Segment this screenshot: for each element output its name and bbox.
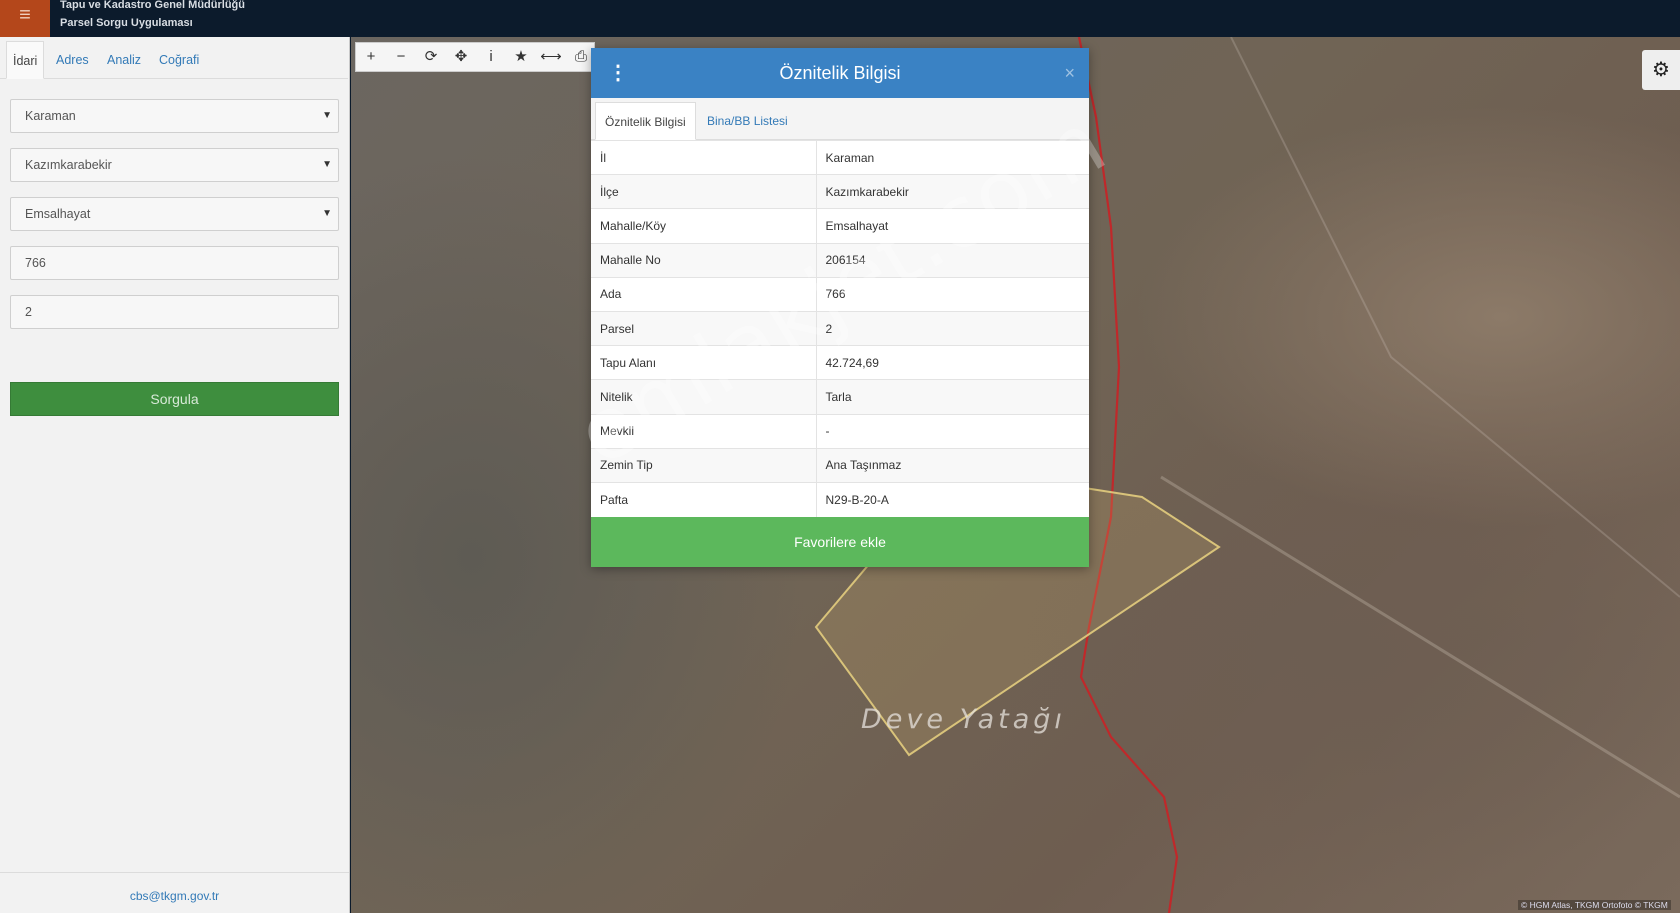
- table-row: İl Karaman: [591, 139, 1089, 175]
- chevron-down-icon: ▼: [322, 159, 332, 170]
- attribute-table: İl Karaman İlçe Kazımkarabekir Mahalle/Köy Em…: [591, 139, 1089, 517]
- parsel-input[interactable]: 2: [10, 295, 339, 329]
- attribute-value: 42.724,69: [815, 345, 1089, 380]
- il-select[interactable]: Karaman ▼: [10, 99, 339, 133]
- tab-idari[interactable]: İdari: [6, 41, 45, 79]
- footer-divider: [0, 872, 349, 873]
- table-row: İlçe Kazımkarabekir: [591, 174, 1089, 209]
- sorgula-button[interactable]: Sorgula: [10, 382, 339, 416]
- mahalle-select-value: Emsalhayat: [25, 207, 91, 221]
- measure-icon[interactable]: ⟷: [536, 43, 566, 73]
- star-icon[interactable]: ★: [506, 43, 536, 73]
- attribute-key: Mahalle No: [591, 242, 816, 278]
- attribute-value: Ana Taşınmaz: [815, 447, 1089, 483]
- modal-header: ⋮ Öznitelik Bilgisi ×: [591, 48, 1089, 98]
- ilce-select-value: Kazımkarabekir: [25, 158, 112, 172]
- parsel-input-value: 2: [25, 305, 32, 319]
- tab-bina-bb-listesi[interactable]: Bina/BB Listesi: [698, 102, 797, 140]
- gear-icon[interactable]: ⚙: [1642, 50, 1680, 90]
- attribute-key: Mevkii: [591, 413, 816, 449]
- chevron-down-icon: ▼: [322, 110, 332, 121]
- add-to-favorites-button[interactable]: Favorilere ekle: [591, 517, 1089, 567]
- attribute-key: Mahalle/Köy: [591, 208, 816, 244]
- attribute-value: 206154: [815, 242, 1089, 278]
- attribute-value: N29-B-20-A: [815, 481, 1089, 517]
- tab-cografi[interactable]: Coğrafi: [153, 41, 205, 79]
- field-line: [1230, 37, 1680, 598]
- place-label: Deve Yatağı: [861, 704, 1066, 735]
- table-row: Parsel 2: [591, 310, 1089, 346]
- district-boundary-line: [1077, 37, 1179, 913]
- mahalle-select[interactable]: Emsalhayat ▼: [10, 197, 339, 231]
- attribute-key: Tapu Alanı: [591, 345, 816, 380]
- modal-title: Öznitelik Bilgisi: [779, 63, 901, 83]
- table-row: Pafta N29-B-20-A: [591, 481, 1089, 517]
- minus-icon[interactable]: −: [386, 43, 416, 73]
- sidebar-tabs: İdari Adres Analiz Coğrafi: [0, 41, 348, 79]
- attribute-value: 2: [815, 310, 1089, 346]
- close-icon[interactable]: ×: [1064, 48, 1075, 98]
- attribute-key: Zemin Tip: [591, 447, 816, 483]
- attribute-key: Ada: [591, 276, 816, 312]
- attribute-value: Emsalhayat: [815, 208, 1089, 244]
- refresh-icon[interactable]: ⟳: [416, 43, 446, 73]
- table-row: Mahalle No 206154: [591, 242, 1089, 278]
- chevron-down-icon: ▼: [322, 208, 332, 219]
- app-title: Tapu ve Kadastro Genel Müdürlüğü Parsel …: [60, 0, 245, 32]
- plus-icon[interactable]: +: [356, 43, 386, 73]
- map-toolbar: + − ⟳ ✥ i ★ ⟷ ⎙: [355, 42, 595, 72]
- ada-input-value: 766: [25, 256, 46, 270]
- table-row: Mahalle/Köy Emsalhayat: [591, 208, 1089, 244]
- table-row: Ada 766: [591, 276, 1089, 312]
- ilce-select[interactable]: Kazımkarabekir ▼: [10, 148, 339, 182]
- attribute-value: Tarla: [815, 379, 1089, 414]
- top-bar: ≡ Tapu ve Kadastro Genel Müdürlüğü Parse…: [0, 0, 1680, 37]
- il-select-value: Karaman: [25, 109, 76, 123]
- attribute-value: -: [815, 413, 1089, 449]
- hamburger-menu-icon[interactable]: ≡: [0, 0, 50, 37]
- attribute-value: Kazımkarabekir: [815, 174, 1089, 209]
- attribute-value: Karaman: [815, 139, 1089, 175]
- tab-oznitelik-bilgisi[interactable]: Öznitelik Bilgisi: [595, 102, 696, 140]
- table-row: Tapu Alanı 42.724,69: [591, 345, 1089, 380]
- attribute-key: İlçe: [591, 174, 816, 209]
- field-line: [1160, 475, 1680, 799]
- query-sidebar: İdari Adres Analiz Coğrafi Karaman ▼ Kaz…: [0, 37, 350, 913]
- attribute-key: İl: [591, 139, 816, 175]
- attribute-key: Pafta: [591, 481, 816, 517]
- attribute-info-modal: ⋮ Öznitelik Bilgisi × Öznitelik Bilgisi …: [591, 48, 1089, 567]
- modal-tabs: Öznitelik Bilgisi Bina/BB Listesi: [591, 98, 1089, 140]
- attribute-key: Parsel: [591, 310, 816, 346]
- tab-analiz[interactable]: Analiz: [101, 41, 147, 79]
- contact-email-link[interactable]: cbs@tkgm.gov.tr: [0, 889, 349, 903]
- info-icon[interactable]: i: [476, 43, 506, 73]
- map-attribution: © HGM Atlas, TKGM Ortofoto © TKGM: [1518, 900, 1671, 910]
- table-row: Nitelik Tarla: [591, 379, 1089, 414]
- ada-input[interactable]: 766: [10, 246, 339, 280]
- table-row: Zemin Tip Ana Taşınmaz: [591, 447, 1089, 483]
- app-title-line2: Parsel Sorgu Uygulaması: [60, 17, 193, 29]
- tab-adres[interactable]: Adres: [50, 41, 95, 79]
- table-row: Mevkii -: [591, 413, 1089, 449]
- app-title-line1: Tapu ve Kadastro Genel Müdürlüğü: [60, 0, 245, 11]
- crosshair-icon[interactable]: ✥: [446, 43, 476, 73]
- attribute-value: 766: [815, 276, 1089, 312]
- attribute-key: Nitelik: [591, 379, 816, 414]
